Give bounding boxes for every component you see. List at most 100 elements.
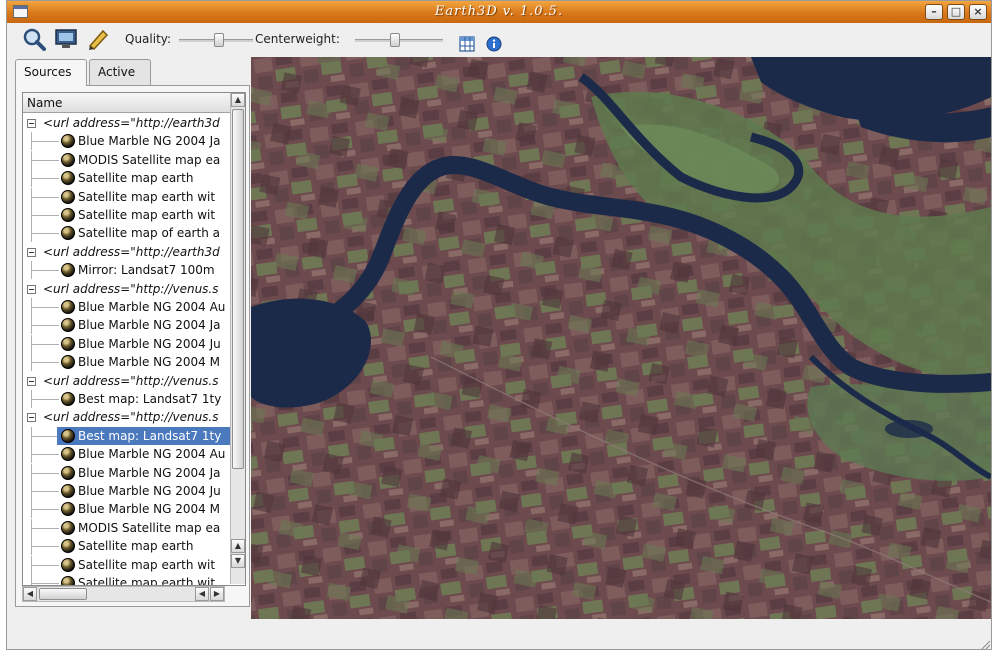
globe-icon — [61, 318, 75, 332]
tree-item-label: Mirror: Landsat7 100m — [78, 263, 215, 277]
tab-sources[interactable]: Sources — [15, 59, 87, 86]
globe-icon — [61, 355, 75, 369]
tree-item-label: MODIS Satellite map ea — [78, 521, 221, 535]
tree-item[interactable]: Blue Marble NG 2004 Ju — [23, 482, 230, 500]
tree-item-label: Satellite map earth — [78, 171, 194, 185]
scroll-up-button[interactable]: ▲ — [231, 539, 245, 553]
globe-icon — [61, 134, 75, 148]
tree-node[interactable]: <url address="http://venus.s — [23, 408, 230, 426]
scroll-up-button[interactable]: ▲ — [231, 93, 245, 107]
tree-connector-line — [31, 399, 59, 400]
tree-item[interactable]: Satellite map of earth a — [23, 224, 230, 242]
quality-slider[interactable] — [179, 33, 253, 47]
tree-item-label: Satellite map earth wit — [78, 190, 216, 204]
tree-item-label: Blue Marble NG 2004 Au — [78, 300, 226, 314]
resize-grip-icon[interactable] — [979, 638, 991, 650]
tree-connector-line — [31, 233, 59, 234]
globe-icon — [61, 429, 75, 443]
tree-horizontal-scrollbar[interactable]: ◀ ◀ ▶ — [22, 586, 225, 602]
globe-icon — [61, 171, 75, 185]
globe-icon — [61, 226, 75, 240]
tree-item[interactable]: Best map: Landsat7 1ty — [23, 390, 230, 408]
tree-header[interactable]: Name — [23, 93, 245, 113]
tree-item-label: Blue Marble NG 2004 Ja — [78, 466, 221, 480]
tree-item[interactable]: Blue Marble NG 2004 Ja — [23, 316, 230, 334]
collapse-toggle-icon[interactable] — [27, 377, 36, 386]
source-tree[interactable]: Name <url address="http://earth3d Blue Ma… — [22, 92, 246, 586]
title-bar[interactable]: Earth3D v. 1.0.5. – □ × — [7, 1, 991, 23]
name-column-header[interactable]: Name — [27, 96, 62, 110]
tree-connector-line — [31, 270, 59, 271]
scroll-down-button[interactable]: ▼ — [231, 554, 245, 568]
tree-node[interactable]: <url address="http://venus.s — [23, 280, 230, 298]
tree-item[interactable]: Blue Marble NG 2004 Ja — [23, 464, 230, 482]
tree-connector-line — [31, 160, 59, 161]
globe-icon — [61, 502, 75, 516]
tree-item[interactable]: MODIS Satellite map ea — [23, 519, 230, 537]
scroll-right-button[interactable]: ▶ — [210, 587, 224, 601]
tree-item[interactable]: Satellite map earth wit — [23, 188, 230, 206]
toolbar: Quality: Centerweight: — [7, 23, 991, 55]
tree-item[interactable]: Satellite map earth wit — [23, 206, 230, 224]
tree-connector-line — [31, 215, 59, 216]
zoom-magnifier-icon[interactable] — [21, 26, 47, 52]
grid-table-icon[interactable] — [459, 36, 475, 52]
tab-active[interactable]: Active — [89, 59, 151, 85]
globe-icon — [61, 190, 75, 204]
tree-item[interactable]: Satellite map earth wit — [23, 574, 230, 585]
collapse-toggle-icon[interactable] — [27, 119, 36, 128]
tree-item[interactable]: Blue Marble NG 2004 Ja — [23, 132, 230, 150]
tree-item[interactable]: Blue Marble NG 2004 Au — [23, 445, 230, 463]
tree-item[interactable]: Mirror: Landsat7 100m — [23, 261, 230, 279]
tree-item-label: Blue Marble NG 2004 Ju — [78, 337, 221, 351]
globe-icon — [61, 300, 75, 314]
tree-node-label: <url address="http://earth3d — [43, 116, 220, 130]
tree-node[interactable]: <url address="http://venus.s — [23, 372, 230, 390]
slider-thumb[interactable] — [390, 33, 400, 47]
tree-item-label: Blue Marble NG 2004 Ja — [78, 318, 221, 332]
tree-item[interactable]: MODIS Satellite map ea — [23, 151, 230, 169]
info-icon[interactable] — [486, 36, 502, 52]
scroll-left-button[interactable]: ◀ — [195, 587, 209, 601]
tree-connector-line — [31, 546, 59, 547]
scroll-thumb[interactable] — [232, 109, 244, 469]
centerweight-slider[interactable] — [355, 33, 443, 47]
tree-item-label: Blue Marble NG 2004 Ja — [78, 134, 221, 148]
maximize-button[interactable]: □ — [947, 4, 965, 20]
globe-icon — [61, 466, 75, 480]
tree-item[interactable]: Best map: Landsat7 1ty — [23, 427, 230, 445]
collapse-toggle-icon[interactable] — [27, 248, 36, 257]
scroll-left-button[interactable]: ◀ — [23, 587, 37, 601]
globe-icon — [61, 337, 75, 351]
tree-node-label: <url address="http://venus.s — [43, 410, 219, 424]
scroll-thumb[interactable] — [39, 588, 87, 600]
marker-pen-icon[interactable] — [85, 26, 111, 52]
tree-node[interactable]: <url address="http://earth3d — [23, 114, 230, 132]
globe-icon — [61, 484, 75, 498]
tree-item[interactable]: Satellite map earth — [23, 537, 230, 555]
tree-item[interactable]: Blue Marble NG 2004 Ju — [23, 335, 230, 353]
tree-item-label: Blue Marble NG 2004 M — [78, 355, 220, 369]
tree-item[interactable]: Blue Marble NG 2004 M — [23, 353, 230, 371]
app-window: Earth3D v. 1.0.5. – □ × Quality: Centerw… — [6, 0, 992, 650]
tree-item-label: MODIS Satellite map ea — [78, 153, 221, 167]
close-button[interactable]: × — [969, 4, 987, 20]
satellite-image[interactable] — [251, 57, 991, 619]
tree-vertical-scrollbar[interactable]: ▲ ▲ ▼ — [230, 93, 245, 584]
collapse-toggle-icon[interactable] — [27, 413, 36, 422]
tree-item[interactable]: Satellite map earth — [23, 169, 230, 187]
minimize-button[interactable]: – — [925, 4, 943, 20]
monitor-icon[interactable] — [53, 26, 79, 52]
globe-icon — [61, 576, 75, 585]
tree-item[interactable]: Satellite map earth wit — [23, 556, 230, 574]
globe-icon — [61, 558, 75, 572]
collapse-toggle-icon[interactable] — [27, 285, 36, 294]
tree-node[interactable]: <url address="http://earth3d — [23, 243, 230, 261]
tree-connector-line — [31, 344, 59, 345]
tree-connector-line — [31, 565, 59, 566]
tree-item[interactable]: Blue Marble NG 2004 Au — [23, 298, 230, 316]
tree-item[interactable]: Blue Marble NG 2004 M — [23, 500, 230, 518]
satellite-map-view[interactable] — [251, 57, 991, 619]
slider-thumb[interactable] — [214, 33, 224, 47]
tree-connector-line — [31, 454, 59, 455]
